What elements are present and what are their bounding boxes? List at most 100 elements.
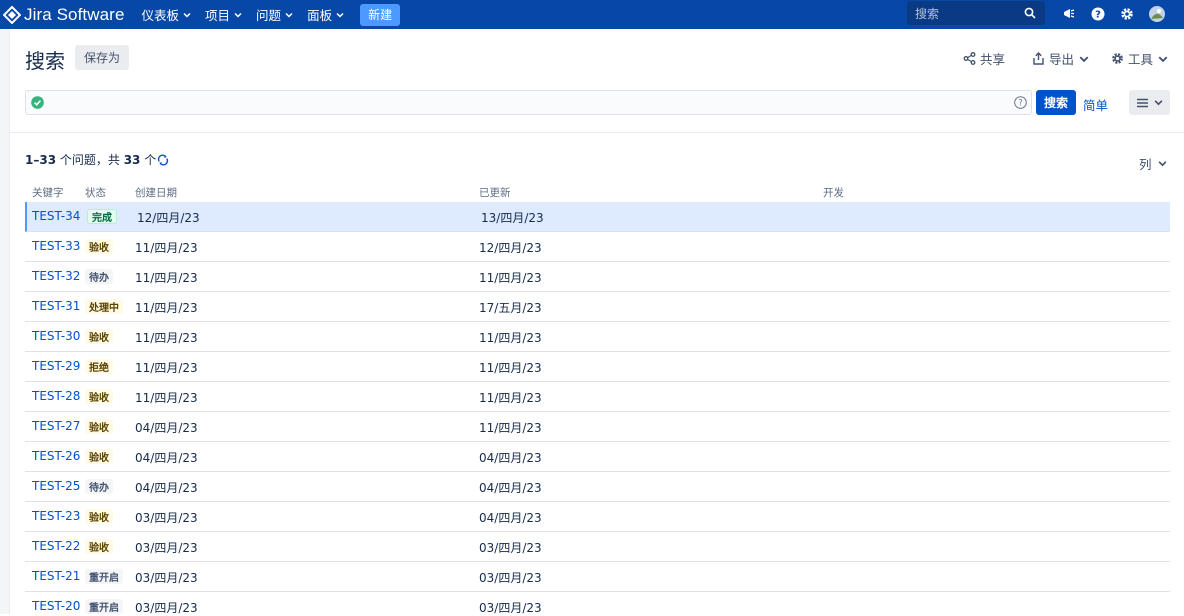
created-date: 03/四月/23 (135, 601, 198, 615)
updated-date: 04/四月/23 (479, 481, 542, 495)
chevron-down-icon (336, 12, 344, 18)
sidebar-collapsed (0, 29, 10, 614)
nav-boards[interactable]: 面板 (307, 5, 344, 24)
gear-icon[interactable] (1118, 5, 1136, 23)
search-placeholder: 搜索 (915, 6, 940, 21)
nav-dashboards[interactable]: 仪表板 (142, 5, 192, 24)
issue-key[interactable]: TEST-25 (32, 479, 80, 493)
notifications-icon[interactable] (1060, 5, 1078, 23)
avatar[interactable] (1148, 5, 1166, 23)
updated-date: 11/四月/23 (479, 361, 542, 375)
created-date: 03/四月/23 (135, 511, 198, 525)
column-header-key[interactable]: 关键字 (32, 185, 64, 200)
chevron-down-icon (285, 12, 293, 18)
results-count: 1–33 个问题，共 33 个 (25, 151, 169, 168)
updated-date: 17/五月/23 (479, 301, 542, 315)
status-badge: 重开启 (85, 569, 123, 584)
app-name: Jira Software (24, 4, 125, 24)
status-badge: 完成 (87, 209, 117, 224)
columns-button[interactable]: 列 (1139, 154, 1167, 173)
issue-key[interactable]: TEST-28 (32, 389, 80, 403)
updated-date: 13/四月/23 (481, 211, 544, 225)
export-button[interactable]: 导出 (1032, 49, 1093, 68)
jql-input[interactable]: ? (25, 90, 1032, 115)
section-divider (10, 132, 1184, 133)
save-as-button[interactable]: 保存为 (75, 45, 130, 70)
tools-button[interactable]: 工具 (1111, 49, 1172, 68)
main-nav: 仪表板 项目 问题 面板 新建 (142, 0, 401, 29)
issue-key[interactable]: TEST-31 (32, 299, 80, 313)
issue-key[interactable]: TEST-33 (32, 239, 80, 253)
created-date: 04/四月/23 (135, 421, 198, 435)
jira-logo-icon (3, 5, 21, 24)
issue-key[interactable]: TEST-20 (32, 599, 80, 613)
updated-date: 11/四月/23 (479, 421, 542, 435)
view-switcher-button[interactable] (1129, 90, 1170, 115)
issue-key[interactable]: TEST-32 (32, 269, 80, 283)
updated-date: 04/四月/23 (479, 451, 542, 465)
jira-logo[interactable]: Jira Software (3, 0, 125, 29)
table-row[interactable]: TEST-30 验收 11/四月/23 11/四月/23 (25, 322, 1170, 352)
search-icon (1024, 7, 1036, 19)
table-row[interactable]: TEST-29 拒绝 11/四月/23 11/四月/23 (25, 352, 1170, 382)
page-title: 搜索 (25, 49, 65, 73)
created-date: 11/四月/23 (135, 331, 198, 345)
svg-text:?: ? (1095, 10, 1101, 21)
updated-date: 11/四月/23 (479, 331, 542, 345)
question-circle-icon[interactable]: ? (1014, 96, 1027, 109)
search-button[interactable]: 搜索 (1036, 90, 1076, 115)
chevron-down-icon (1158, 55, 1168, 62)
basic-search-link[interactable]: 简单 (1083, 95, 1108, 114)
nav-boards-label: 面板 (307, 8, 333, 23)
tools-label: 工具 (1128, 52, 1154, 67)
issue-key[interactable]: TEST-29 (32, 359, 80, 373)
column-header-development[interactable]: 开发 (823, 185, 844, 200)
table-row[interactable]: TEST-28 验收 11/四月/23 11/四月/23 (25, 382, 1170, 412)
chevron-down-icon (234, 12, 242, 18)
table-row[interactable]: TEST-23 验收 03/四月/23 04/四月/23 (25, 502, 1170, 532)
global-search-input[interactable]: 搜索 (907, 1, 1045, 25)
created-date: 04/四月/23 (135, 481, 198, 495)
columns-label: 列 (1139, 157, 1152, 172)
table-row[interactable]: TEST-22 验收 03/四月/23 03/四月/23 (25, 532, 1170, 562)
table-row[interactable]: TEST-33 验收 11/四月/23 12/四月/23 (25, 232, 1170, 262)
create-button[interactable]: 新建 (360, 3, 401, 26)
check-circle-icon (31, 96, 44, 109)
table-row[interactable]: TEST-27 验收 04/四月/23 11/四月/23 (25, 412, 1170, 442)
issue-key[interactable]: TEST-21 (32, 569, 80, 583)
status-badge: 待办 (85, 269, 113, 284)
issue-key[interactable]: TEST-23 (32, 509, 80, 523)
issue-key[interactable]: TEST-22 (32, 539, 80, 553)
status-badge: 拒绝 (85, 359, 113, 374)
issue-key[interactable]: TEST-30 (32, 329, 80, 343)
help-icon[interactable]: ? (1089, 5, 1107, 23)
nav-projects[interactable]: 项目 (205, 5, 242, 24)
results-text-end: 个 (140, 153, 157, 167)
created-date: 12/四月/23 (137, 211, 200, 225)
share-button[interactable]: 共享 (963, 49, 1005, 68)
updated-date: 03/四月/23 (479, 571, 542, 585)
table-row[interactable]: TEST-20 重开启 03/四月/23 03/四月/23 (25, 592, 1170, 615)
table-row[interactable]: TEST-32 待办 11/四月/23 11/四月/23 (25, 262, 1170, 292)
issue-key[interactable]: TEST-34 (32, 209, 80, 223)
export-icon (1033, 52, 1044, 65)
table-row[interactable]: TEST-31 处理中 11/四月/23 17/五月/23 (25, 292, 1170, 322)
column-header-created[interactable]: 创建日期 (135, 185, 177, 200)
column-header-updated[interactable]: 已更新 (479, 185, 511, 200)
chevron-down-icon (1158, 161, 1166, 167)
table-row[interactable]: TEST-21 重开启 03/四月/23 03/四月/23 (25, 562, 1170, 592)
issue-key[interactable]: TEST-27 (32, 419, 80, 433)
table-row[interactable]: TEST-34 完成 12/四月/23 13/四月/23 (25, 202, 1170, 232)
status-badge: 待办 (85, 479, 113, 494)
issue-key[interactable]: TEST-26 (32, 449, 80, 463)
table-row[interactable]: TEST-26 验收 04/四月/23 04/四月/23 (25, 442, 1170, 472)
updated-date: 11/四月/23 (479, 271, 542, 285)
column-header-status[interactable]: 状态 (85, 185, 106, 200)
refresh-icon[interactable] (157, 154, 169, 166)
table-row[interactable]: TEST-25 待办 04/四月/23 04/四月/23 (25, 472, 1170, 502)
results-text-mid: 个问题，共 (56, 153, 124, 167)
results-range: 1–33 (25, 152, 57, 167)
created-date: 11/四月/23 (135, 361, 198, 375)
nav-issues[interactable]: 问题 (256, 5, 293, 24)
share-icon (963, 52, 976, 65)
